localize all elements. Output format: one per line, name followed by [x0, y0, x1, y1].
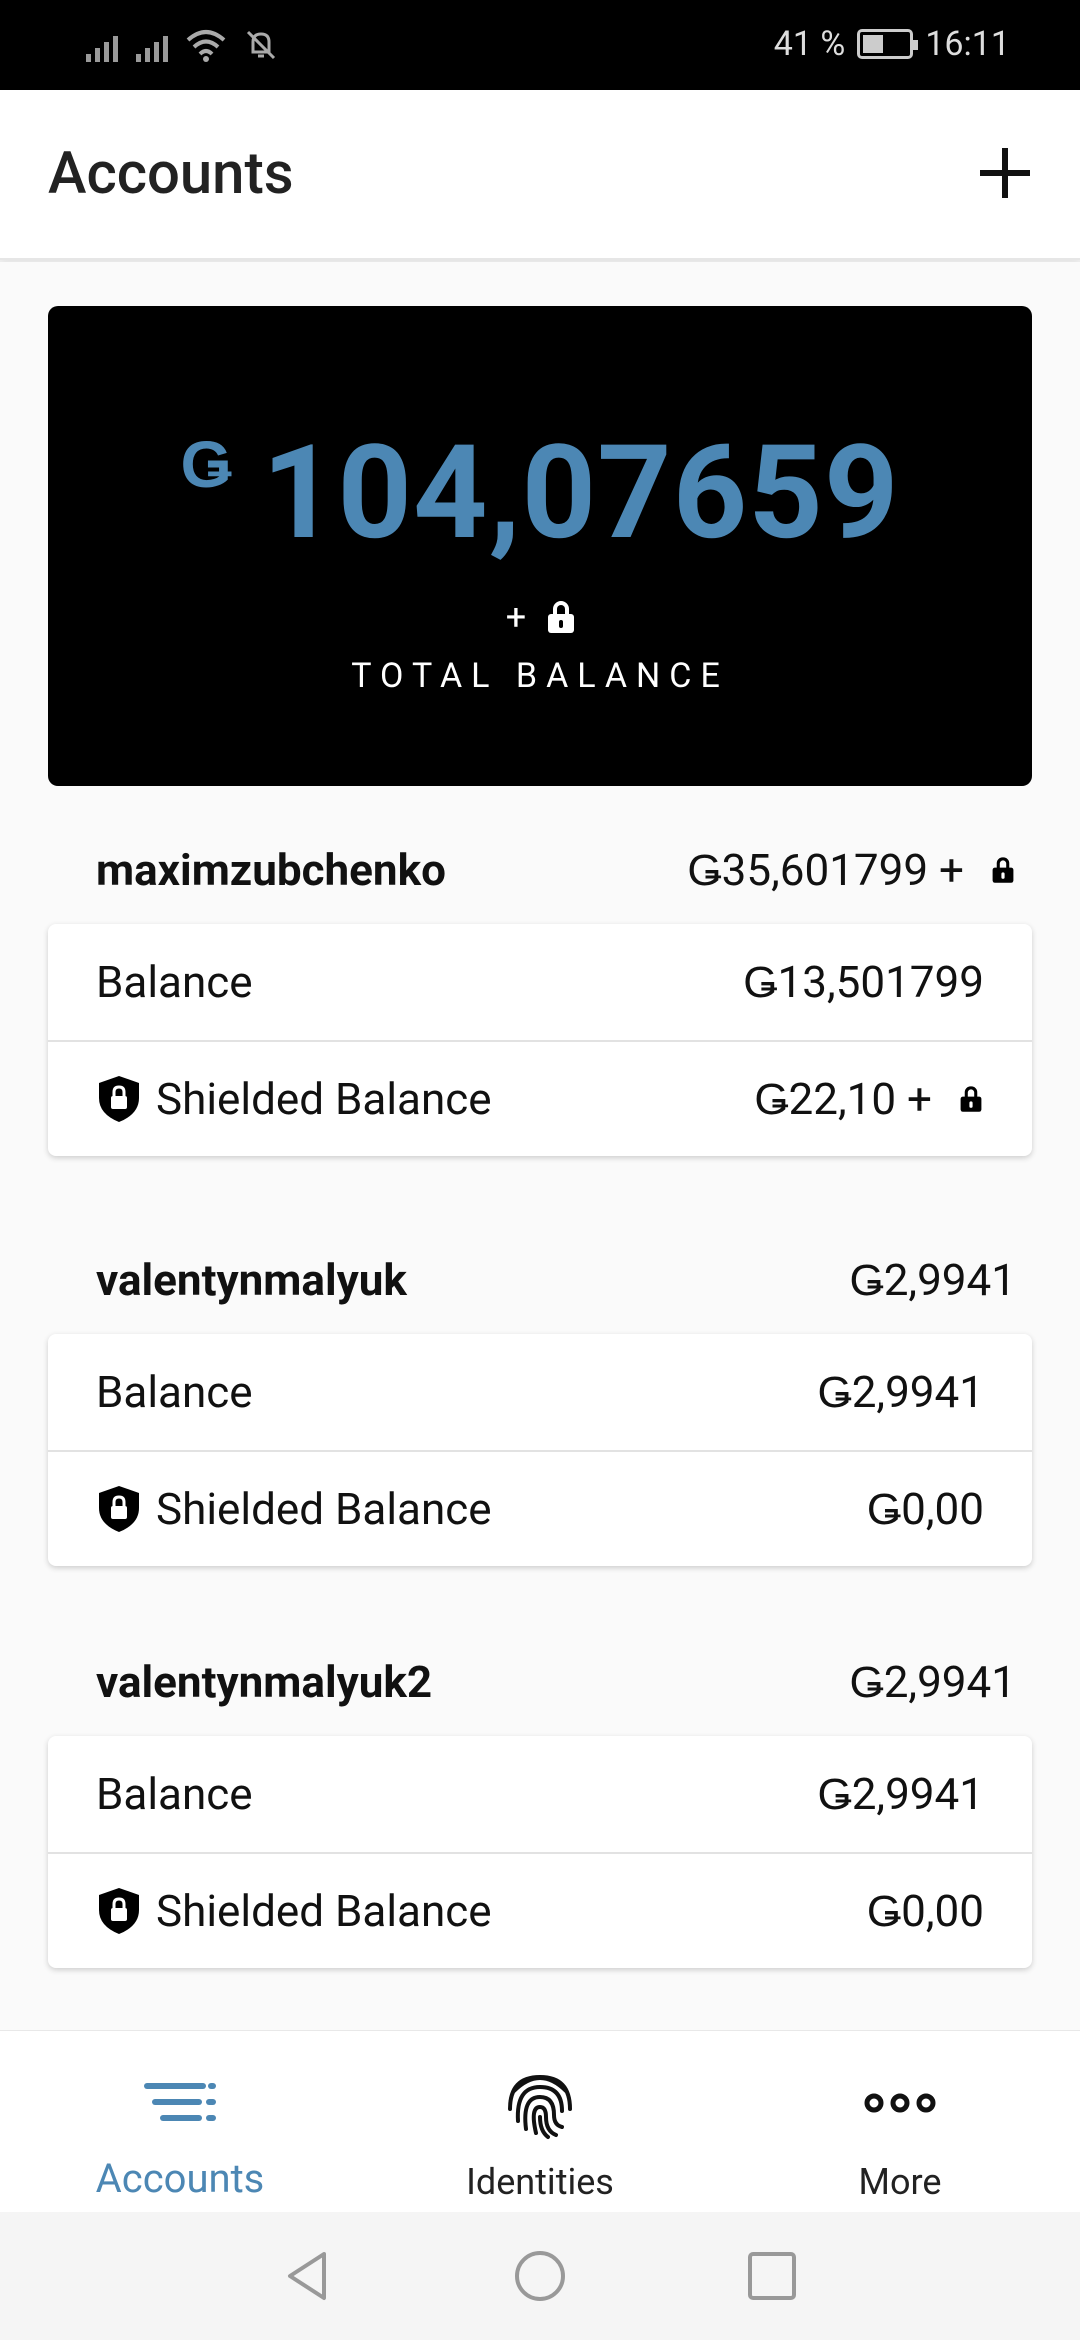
- account-maximzubchenko: maximzubchenko Ǥ35,601799 + Balance Ǥ13,…: [0, 814, 1080, 1156]
- clock: 16:11: [925, 24, 1010, 64]
- nav-more[interactable]: More: [750, 2061, 1050, 2203]
- account-total: Ǥ2,9941: [849, 1656, 1016, 1708]
- account-valentynmalyuk2: valentynmalyuk2 Ǥ2,9941 Balance Ǥ2,9941 …: [0, 1626, 1080, 1968]
- balance-value: Ǥ13,501799: [743, 956, 984, 1008]
- more-dots-icon: [864, 2093, 936, 2113]
- account-total-value: Ǥ2,9941: [849, 1656, 1016, 1708]
- shield-lock-icon: [96, 1074, 142, 1124]
- balance-row[interactable]: Balance Ǥ2,9941: [48, 1334, 1032, 1450]
- signal-icon: [86, 28, 118, 62]
- balance-label-text: Balance: [96, 956, 253, 1008]
- balance-value: Ǥ2,9941: [817, 1366, 984, 1418]
- account-header[interactable]: valentynmalyuk2 Ǥ2,9941: [0, 1626, 1080, 1736]
- account-name: maximzubchenko: [96, 844, 446, 896]
- app-header: Accounts: [0, 90, 1080, 260]
- lock-icon: [548, 601, 575, 633]
- page-title: Accounts: [48, 140, 294, 208]
- total-balance-label: TOTAL BALANCE: [351, 656, 729, 696]
- balance-label: Balance: [96, 1366, 817, 1418]
- balance-row[interactable]: Balance Ǥ13,501799: [48, 924, 1032, 1040]
- recents-icon[interactable]: [744, 2248, 800, 2304]
- account-card[interactable]: Balance Ǥ2,9941 Shielded Balance Ǥ0,00: [48, 1736, 1032, 1968]
- signal-icon: [136, 28, 168, 62]
- battery-icon: [857, 29, 919, 59]
- shielded-balance-value: Ǥ0,00: [867, 1483, 984, 1535]
- plus-text: +: [505, 596, 527, 638]
- shield-lock-icon: [96, 1886, 142, 1936]
- account-header[interactable]: maximzubchenko Ǥ35,601799 +: [0, 814, 1080, 924]
- shielded-balance-label-text: Shielded Balance: [156, 1073, 492, 1125]
- add-account-button[interactable]: [972, 140, 1038, 206]
- shielded-balance-value: Ǥ22,10 +: [754, 1073, 984, 1125]
- shielded-balance-amount: Ǥ0,00: [866, 1483, 984, 1535]
- balance-value: Ǥ2,9941: [817, 1768, 984, 1820]
- account-total-value: Ǥ2,9941: [849, 1254, 1016, 1306]
- system-nav-bar: [0, 2212, 1080, 2340]
- mute-bell-icon: [246, 30, 276, 60]
- shielded-balance-label-text: Shielded Balance: [156, 1483, 492, 1535]
- status-bar: 41 % 16:11: [0, 0, 1080, 90]
- balance-label: Balance: [96, 1768, 817, 1820]
- wifi-icon: [186, 30, 226, 62]
- nav-identities[interactable]: Identities: [390, 2061, 690, 2203]
- status-right: 41 % 16:11: [774, 24, 1010, 64]
- shielded-balance-row[interactable]: Shielded Balance Ǥ0,00: [48, 1450, 1032, 1566]
- shielded-balance-amount: Ǥ22,10 +: [754, 1073, 932, 1125]
- accounts-list[interactable]: Ǥ 104,07659 + TOTAL BALANCE maximzubchenk…: [0, 262, 1080, 2030]
- fingerprint-icon: [508, 2074, 572, 2139]
- total-balance-card[interactable]: Ǥ 104,07659 + TOTAL BALANCE: [48, 306, 1032, 786]
- status-icons: [86, 28, 278, 62]
- accounts-list-icon: [144, 2083, 216, 2121]
- total-balance-value: 104,07659: [261, 416, 900, 569]
- account-total: Ǥ2,9941: [849, 1254, 1016, 1306]
- account-header[interactable]: valentynmalyuk Ǥ2,9941: [0, 1224, 1080, 1334]
- shielded-balance-label: Shielded Balance: [96, 1073, 754, 1125]
- account-valentynmalyuk: valentynmalyuk Ǥ2,9941 Balance Ǥ2,9941 S…: [0, 1224, 1080, 1566]
- shielded-balance-amount: Ǥ0,00: [866, 1885, 984, 1937]
- shielded-balance-row[interactable]: Shielded Balance Ǥ22,10 +: [48, 1040, 1032, 1156]
- currency-symbol: Ǥ: [180, 427, 232, 504]
- shielded-balance-row[interactable]: Shielded Balance Ǥ0,00: [48, 1852, 1032, 1968]
- shielded-balance-label: Shielded Balance: [96, 1483, 867, 1535]
- home-icon[interactable]: [512, 2248, 568, 2304]
- account-name: valentynmalyuk: [96, 1254, 407, 1306]
- lock-icon: [960, 1086, 982, 1112]
- nav-accounts[interactable]: Accounts: [30, 2061, 330, 2202]
- battery-percent: 41 %: [773, 24, 846, 64]
- account-card[interactable]: Balance Ǥ2,9941 Shielded Balance Ǥ0,00: [48, 1334, 1032, 1566]
- shielded-balance-value: Ǥ0,00: [867, 1885, 984, 1937]
- balance-row[interactable]: Balance Ǥ2,9941: [48, 1736, 1032, 1852]
- shielded-balance-label-text: Shielded Balance: [156, 1885, 492, 1937]
- balance-label: Balance: [96, 956, 743, 1008]
- account-total: Ǥ35,601799 +: [687, 844, 1016, 896]
- nav-label: Identities: [466, 2161, 614, 2203]
- balance-label-text: Balance: [96, 1768, 253, 1820]
- shield-lock-icon: [96, 1484, 142, 1534]
- lock-icon: [992, 857, 1014, 883]
- account-name: valentynmalyuk2: [96, 1656, 433, 1708]
- back-icon[interactable]: [280, 2248, 336, 2304]
- nav-label: Accounts: [95, 2155, 265, 2202]
- account-card[interactable]: Balance Ǥ13,501799 Shielded Balance Ǥ22,…: [48, 924, 1032, 1156]
- bottom-nav: Accounts Identities More: [0, 2030, 1080, 2212]
- total-balance-extra: +: [48, 596, 1032, 638]
- nav-label: More: [858, 2161, 942, 2203]
- account-total-value: Ǥ35,601799 +: [687, 844, 964, 896]
- balance-label-text: Balance: [96, 1366, 253, 1418]
- shielded-balance-label: Shielded Balance: [96, 1885, 867, 1937]
- total-balance-amount: Ǥ 104,07659: [48, 416, 1032, 569]
